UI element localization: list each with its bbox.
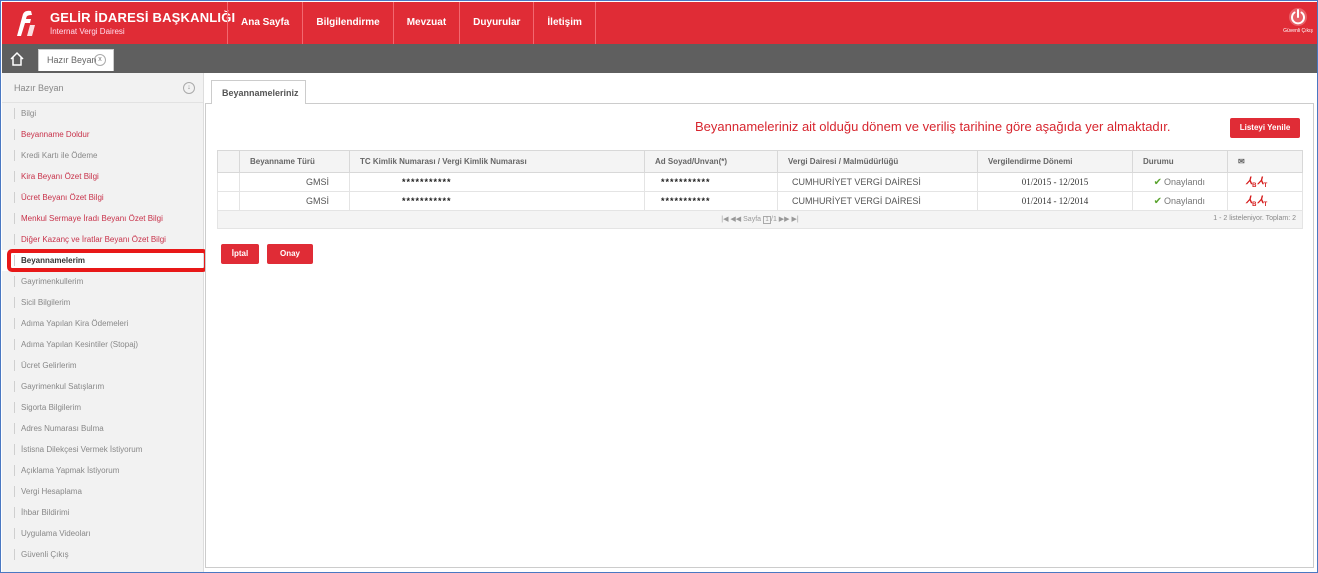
cell-name: ***********	[644, 172, 778, 192]
nav-iletisim[interactable]: İletişim	[533, 2, 596, 44]
table-row[interactable]: GMSİ *********** *********** CUMHURİYET …	[217, 191, 1303, 211]
sidebar-item-kira-odemeleri[interactable]: Adıma Yapılan Kira Ödemeleri	[2, 313, 203, 334]
table-row[interactable]: GMSİ *********** *********** CUMHURİYET …	[217, 172, 1303, 192]
sidebar-item-sigorta-bilgilerim[interactable]: Sigorta Bilgilerim	[2, 397, 203, 418]
brand-subtitle: İnternat Vergi Dairesi	[50, 27, 125, 36]
app-window: GELİR İDARESİ BAŞKANLIĞI İnternat Vergi …	[0, 0, 1318, 573]
sidebar-item-kira-beyani[interactable]: Kira Beyanı Özet Bilgi	[2, 166, 203, 187]
top-nav: Ana Sayfa Bilgilendirme Mevzuat Duyurula…	[227, 2, 596, 44]
sidebar-item-gayrimenkullerim[interactable]: Gayrimenkullerim	[2, 271, 203, 292]
pdf-beyanname-icon[interactable]: ⅄B	[1246, 176, 1256, 189]
pager-next-icon[interactable]: ▶▶ ▶|	[779, 216, 799, 223]
sidebar-item-istisna-dilekcesi[interactable]: İstisna Dilekçesi Vermek İstiyorum	[2, 439, 203, 460]
pdf-tahakkuk-icon[interactable]: ⅄T	[1257, 176, 1267, 189]
pdf-beyanname-icon[interactable]: ⅄B	[1246, 195, 1256, 208]
table-header-row: Beyanname Türü TC Kimlik Numarası / Verg…	[217, 150, 1303, 173]
sidebar-item-vergi-hesaplama[interactable]: Vergi Hesaplama	[2, 481, 203, 502]
cell-status: ✔ Onaylandı	[1132, 191, 1228, 211]
nav-ana-sayfa[interactable]: Ana Sayfa	[227, 2, 302, 44]
check-icon: ✔	[1153, 195, 1162, 207]
column-header-period[interactable]: Vergilendirme Dönemi	[977, 150, 1133, 173]
close-icon[interactable]: x	[94, 54, 106, 66]
nav-bilgilendirme[interactable]: Bilgilendirme	[302, 2, 392, 44]
sidebar-title: Hazır Beyan	[14, 83, 64, 93]
sidebar-item-gayrimenkul-satislarim[interactable]: Gayrimenkul Satışlarım	[2, 376, 203, 397]
approve-button[interactable]: Onay	[267, 244, 313, 264]
power-icon	[1289, 8, 1307, 26]
sidebar-item-bilgi[interactable]: Bilgi	[2, 103, 203, 124]
pager-prev-icon[interactable]: |◀ ◀◀	[721, 216, 741, 223]
tab-strip: Hazır Beyan x	[2, 44, 1317, 73]
column-header-tc[interactable]: TC Kimlik Numarası / Vergi Kimlik Numara…	[349, 150, 645, 173]
declarations-table: Beyanname Türü TC Kimlik Numarası / Verg…	[217, 150, 1303, 229]
sidebar-item-kesintiler[interactable]: Adıma Yapılan Kesintiler (Stopaj)	[2, 334, 203, 355]
logout-label: Güvenli Çıkış	[1283, 28, 1313, 34]
gib-logo-icon	[8, 8, 42, 40]
tab-hazir-beyan[interactable]: Hazır Beyan x	[38, 49, 114, 71]
cell-office: CUMHURİYET VERGİ DAİRESİ	[777, 191, 978, 211]
sidebar-item-kredi-karti[interactable]: Kredi Kartı ile Ödeme	[2, 145, 203, 166]
sidebar-item-sicil-bilgilerim[interactable]: Sicil Bilgilerim	[2, 292, 203, 313]
cell-office: CUMHURİYET VERGİ DAİRESİ	[777, 172, 978, 192]
cell-tc: ***********	[349, 172, 645, 192]
nav-mevzuat[interactable]: Mevzuat	[392, 2, 459, 44]
sidebar-item-diger-kazanc[interactable]: Diğer Kazanç ve İratlar Beyanı Özet Bilg…	[2, 229, 203, 250]
sidebar-menu: Bilgi Beyanname Doldur Kredi Kartı ile Ö…	[2, 103, 203, 565]
tab-beyannameleriniz[interactable]: Beyannameleriniz	[211, 80, 306, 104]
pdf-tahakkuk-icon[interactable]: ⅄T	[1257, 195, 1267, 208]
column-header-name[interactable]: Ad Soyad/Unvan(*)	[644, 150, 778, 173]
cell-type: GMSİ	[239, 172, 350, 192]
column-header-office[interactable]: Vergi Dairesi / Malmüdürlüğü	[777, 150, 978, 173]
sidebar-item-uygulama-videolari[interactable]: Uygulama Videoları	[2, 523, 203, 544]
cell-period: 01/2015 - 12/2015	[977, 172, 1133, 192]
cell-name: ***********	[644, 191, 778, 211]
sidebar-item-aciklama[interactable]: Açıklama Yapmak İstiyorum	[2, 460, 203, 481]
check-icon: ✔	[1153, 176, 1162, 188]
nav-duyurular[interactable]: Duyurular	[459, 2, 533, 44]
cell-tc: ***********	[349, 191, 645, 211]
table-pager: |◀ ◀◀ Sayfa 1/1 ▶▶ ▶| 1 - 2 listeleniyor…	[217, 210, 1303, 229]
tab-hazir-beyan-label: Hazır Beyan	[47, 55, 97, 65]
pager-cell: |◀ ◀◀ Sayfa 1/1 ▶▶ ▶| 1 - 2 listeleniyor…	[217, 210, 1303, 229]
top-bar: GELİR İDARESİ BAŞKANLIĞI İnternat Vergi …	[2, 2, 1317, 44]
cell-documents: ⅄B⅄T	[1227, 191, 1303, 211]
collapse-icon[interactable]: ↓	[183, 82, 195, 94]
status-text: Onaylandı	[1163, 176, 1205, 187]
pager-page-input[interactable]: 1	[763, 215, 771, 224]
sidebar-item-ucret-beyani[interactable]: Ücret Beyanı Özet Bilgi	[2, 187, 203, 208]
cancel-button[interactable]: İptal	[221, 244, 259, 264]
mail-icon: ✉	[1227, 150, 1303, 173]
home-icon	[10, 51, 24, 66]
info-notice: Beyannameleriniz ait olduğu dönem ve ver…	[695, 119, 1171, 134]
column-header-status[interactable]: Durumu	[1132, 150, 1228, 173]
home-button[interactable]	[2, 44, 32, 73]
sidebar-item-ucret-gelirlerim[interactable]: Ücret Gelirlerim	[2, 355, 203, 376]
pager-page-label: Sayfa	[743, 216, 762, 224]
refresh-list-button[interactable]: Listeyi Yenile	[1230, 118, 1300, 138]
cell-type: GMSİ	[239, 191, 350, 211]
pager-total: /1	[771, 216, 777, 224]
sidebar-item-adres-numarasi[interactable]: Adres Numarası Bulma	[2, 418, 203, 439]
sidebar-header: Hazır Beyan ↓	[2, 73, 203, 103]
cell-status: ✔ Onaylandı	[1132, 172, 1228, 192]
column-header-type[interactable]: Beyanname Türü	[239, 150, 350, 173]
status-text: Onaylandı	[1163, 195, 1205, 206]
cell-documents: ⅄B⅄T	[1227, 172, 1303, 192]
row-select-cell[interactable]	[217, 191, 240, 211]
sidebar-item-ihbar-bildirimi[interactable]: İhbar Bildirimi	[2, 502, 203, 523]
logout-button[interactable]: Güvenli Çıkış	[1280, 5, 1316, 41]
sidebar-item-menkul-sermaye[interactable]: Menkul Sermaye İradı Beyanı Özet Bilgi	[2, 208, 203, 229]
sidebar: Hazır Beyan ↓ Bilgi Beyanname Doldur Kre…	[2, 73, 204, 572]
row-select-cell[interactable]	[217, 172, 240, 192]
selection-highlight	[7, 249, 208, 272]
sidebar-item-guvenli-cikis[interactable]: Güvenli Çıkış	[2, 544, 203, 565]
select-column-header	[217, 150, 240, 173]
cell-period: 01/2014 - 12/2014	[977, 191, 1133, 211]
pager-summary: 1 - 2 listeleniyor. Toplam: 2	[1213, 215, 1296, 222]
sidebar-item-beyanname-doldur[interactable]: Beyanname Doldur	[2, 124, 203, 145]
brand-title: GELİR İDARESİ BAŞKANLIĞI	[50, 10, 236, 25]
